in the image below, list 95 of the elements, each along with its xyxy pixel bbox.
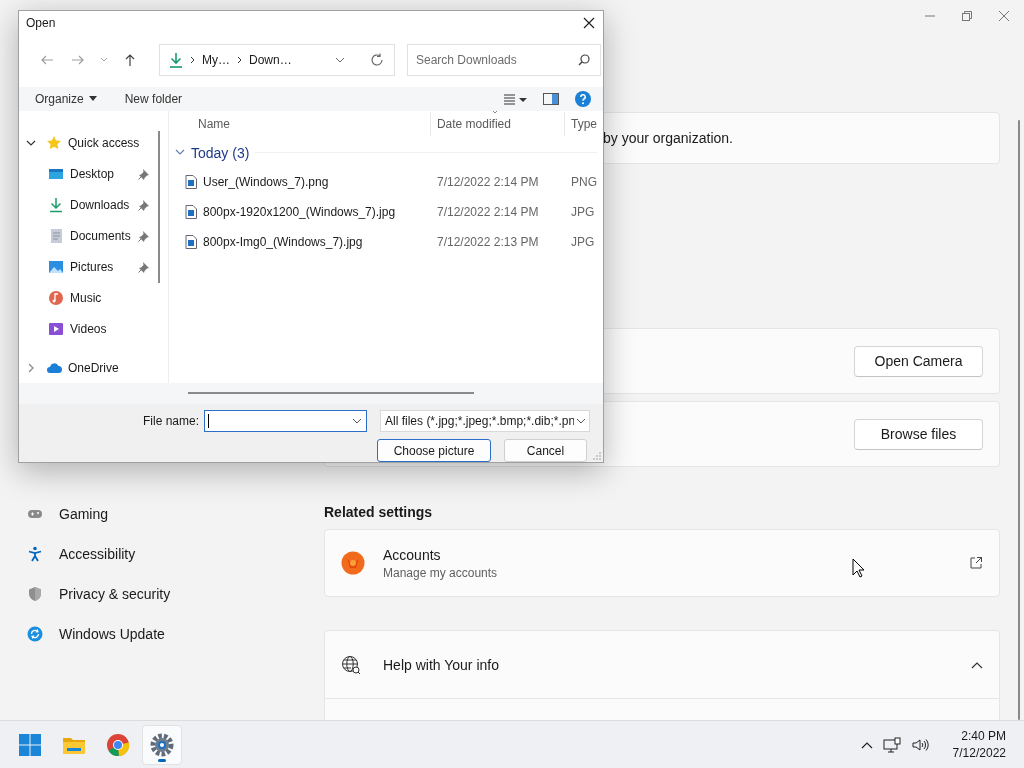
dialog-button[interactable]: Choose picture — [377, 439, 491, 462]
restore-icon[interactable] — [961, 10, 973, 22]
network-icon[interactable] — [882, 736, 901, 753]
update-icon — [27, 626, 43, 642]
search-field[interactable]: Search Downloads — [407, 43, 601, 76]
caret-down-icon — [88, 96, 97, 102]
nav-item[interactable]: Windows Update — [59, 626, 165, 642]
image-file-icon — [185, 234, 197, 249]
chevron-down-icon — [576, 418, 587, 424]
image-file-icon — [185, 204, 197, 219]
action-button[interactable]: Open Camera — [854, 345, 983, 377]
file-name-field[interactable] — [204, 410, 368, 432]
preview-pane-icon[interactable] — [543, 92, 559, 105]
image-file-icon — [185, 174, 197, 189]
file-name[interactable]: 800px-Img0_(Windows_7).jpg — [203, 234, 363, 249]
section-heading: Related settings — [324, 504, 434, 520]
link-subtitle: Manage my accounts — [383, 565, 498, 580]
nav-item[interactable]: Downloads — [70, 198, 132, 213]
link-title: Accounts — [383, 546, 441, 563]
dialog-title: Open — [26, 15, 56, 30]
pin-icon[interactable] — [138, 168, 150, 181]
accounts-icon — [341, 551, 365, 575]
chevron-up-icon[interactable] — [860, 740, 873, 749]
clock-date[interactable]: 7/12/2022 — [952, 746, 1006, 760]
command-button[interactable]: Organize — [35, 91, 97, 106]
nav-item[interactable]: OneDrive — [68, 361, 153, 376]
resize-grip-icon[interactable] — [593, 452, 601, 460]
music-icon — [48, 290, 64, 307]
download-icon — [48, 197, 64, 214]
gear-icon[interactable] — [150, 732, 174, 757]
open-external-icon[interactable] — [969, 556, 983, 570]
chevron-right-icon — [190, 55, 195, 64]
action-button[interactable]: Browse files — [854, 418, 983, 450]
date-cell-text: 7/12/2022 2:14 PM — [436, 174, 540, 189]
group-header[interactable]: Today (3) — [191, 144, 250, 161]
nav-item[interactable]: Privacy & security — [59, 586, 171, 602]
close-icon[interactable] — [583, 16, 595, 29]
column-header[interactable]: Date modified — [429, 111, 564, 136]
type-cell-text: JPG — [570, 234, 595, 249]
help-icon[interactable] — [575, 90, 591, 107]
breadcrumb-item[interactable]: Down… — [249, 52, 292, 67]
view-list-icon[interactable] — [503, 92, 527, 105]
mouse-pointer-icon — [852, 558, 865, 578]
field-label: File name: — [143, 414, 200, 428]
active-indicator — [158, 758, 166, 762]
chevron-down-icon[interactable] — [335, 56, 345, 63]
file-type-dropdown[interactable]: All files (*.jpg;*.jpeg;*.bmp;*.dib;*.pn — [380, 410, 591, 432]
nav-item[interactable]: Music — [70, 291, 153, 306]
star-icon — [46, 135, 62, 152]
expander-title[interactable]: Help with Your info — [383, 656, 949, 673]
command-button[interactable]: New folder — [124, 91, 183, 106]
notice-text: by your organization. — [603, 130, 733, 146]
chevron-up-icon[interactable] — [971, 660, 983, 669]
date-cell-text: 7/12/2022 2:13 PM — [436, 234, 540, 249]
dialog-button[interactable]: Cancel — [504, 439, 587, 462]
chevron-right-icon[interactable] — [26, 363, 36, 374]
caret-icon[interactable] — [100, 56, 108, 63]
address-bar[interactable]: My… Down… — [159, 43, 395, 76]
pin-icon[interactable] — [138, 261, 150, 274]
chevron-right-icon — [237, 55, 242, 64]
nav-item[interactable]: Gaming — [59, 506, 109, 522]
sort-caret-icon — [490, 110, 499, 114]
download-icon — [169, 51, 183, 68]
breadcrumb-item[interactable]: My… — [202, 52, 230, 67]
date-cell-text: 7/12/2022 2:14 PM — [436, 204, 540, 219]
column-header[interactable]: Name — [175, 111, 430, 136]
browser-icon[interactable] — [106, 732, 130, 757]
shield-icon — [27, 586, 43, 602]
pin-icon[interactable] — [138, 199, 150, 212]
nav-item[interactable]: Accessibility — [59, 546, 136, 562]
nav-item[interactable]: Documents — [70, 229, 132, 244]
file-name[interactable]: 800px-1920x1200_(Windows_7).jpg — [203, 204, 396, 219]
up-arrow-icon[interactable] — [123, 52, 137, 67]
type-cell-text: JPG — [570, 204, 595, 219]
nav-item[interactable]: Pictures — [70, 260, 132, 275]
chevron-down-icon[interactable] — [352, 418, 363, 424]
settings-card[interactable]: Accounts Manage my accounts — [324, 529, 1000, 597]
start-icon[interactable] — [18, 732, 42, 757]
search-icon[interactable] — [578, 53, 590, 66]
refresh-icon[interactable] — [370, 52, 384, 67]
globe-icon — [341, 654, 361, 675]
picture-icon — [48, 259, 64, 276]
scrollbar-thumb[interactable] — [188, 392, 474, 395]
nav-item[interactable]: Quick access — [68, 136, 153, 151]
nav-item[interactable]: Desktop — [70, 167, 132, 182]
clock-time[interactable]: 2:40 PM — [961, 729, 1006, 743]
type-cell-text: PNG — [570, 174, 597, 189]
file-name[interactable]: User_(Windows_7).png — [203, 174, 329, 189]
document-icon — [48, 228, 64, 245]
video-icon — [48, 321, 64, 338]
nav-item[interactable]: Videos — [70, 322, 153, 337]
volume-icon[interactable] — [910, 736, 929, 753]
column-header[interactable]: Type — [564, 111, 603, 136]
accessibility-icon — [27, 546, 43, 562]
pin-icon[interactable] — [138, 230, 150, 243]
